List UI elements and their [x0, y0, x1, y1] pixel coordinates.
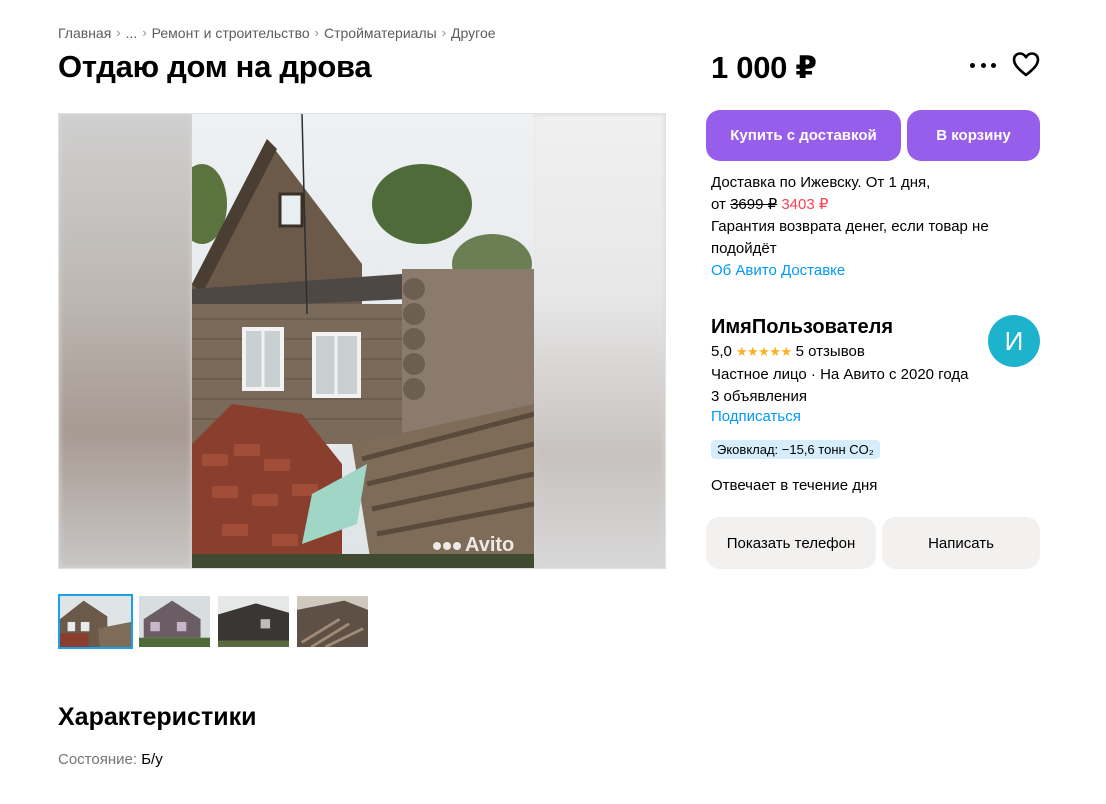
write-message-button[interactable]: Написать	[882, 517, 1040, 569]
breadcrumb-separator: ›	[314, 25, 319, 40]
breadcrumb: Главная › ... › Ремонт и строительство ›…	[58, 25, 496, 41]
delivery-from-prefix: от	[711, 196, 726, 213]
delivery-old-price: 3699 ₽	[730, 196, 778, 213]
price: 1 000 ₽	[711, 50, 817, 85]
characteristic-condition: Состояние: Б/у	[58, 751, 163, 768]
delivery-new-price: 3403 ₽	[781, 196, 829, 213]
subscribe-link[interactable]: Подписаться	[711, 408, 801, 425]
seller-details: Частное лицо · На Авито с 2020 года 3 об…	[711, 364, 968, 408]
seller-type: Частное лицо · На Авито с 2020 года	[711, 366, 969, 383]
gallery-blur-right	[532, 114, 665, 568]
breadcrumb-item-repair[interactable]: Ремонт и строительство	[152, 25, 310, 41]
thumbnail-image	[60, 596, 131, 647]
seller-listings[interactable]: 3 объявления	[711, 386, 968, 408]
eco-badge[interactable]: Эковклад: −15,6 тонн CO₂	[711, 440, 880, 459]
characteristics-heading: Характеристики	[58, 703, 257, 731]
seller-rating: 5,0 ★★★★★ 5 отзывов	[711, 342, 865, 362]
delivery-line: Доставка по Ижевску. От 1 дня,	[711, 174, 931, 191]
rating-stars-icon: ★★★★★	[735, 344, 792, 359]
photo-gallery[interactable]: Avito	[58, 113, 666, 569]
money-back-guarantee: Гарантия возврата денег, если товар не п…	[711, 218, 989, 257]
buy-with-delivery-button[interactable]: Купить с доставкой	[706, 110, 901, 161]
thumbnail-image	[218, 596, 289, 647]
watermark-text: Avito	[465, 534, 515, 556]
breadcrumb-item-materials[interactable]: Стройматериалы	[324, 25, 437, 41]
breadcrumb-item-ellipsis[interactable]: ...	[126, 25, 138, 41]
avito-watermark: Avito	[433, 534, 514, 557]
breadcrumb-separator: ›	[142, 25, 147, 40]
delivery-info: Доставка по Ижевску. От 1 дня, от 3699 ₽…	[711, 172, 1011, 282]
thumbnail-image	[297, 596, 368, 647]
condition-value: Б/у	[141, 751, 163, 768]
condition-label: Состояние:	[58, 751, 138, 768]
response-time: Отвечает в течение дня	[711, 477, 878, 494]
house-photo-illustration	[192, 114, 534, 568]
delivery-price-line: от 3699 ₽ 3403 ₽	[711, 194, 1011, 216]
show-phone-button[interactable]: Показать телефон	[706, 517, 876, 569]
about-delivery-link[interactable]: Об Авито Доставке	[711, 260, 1011, 282]
breadcrumb-separator: ›	[116, 25, 121, 40]
more-dots-icon[interactable]	[970, 58, 996, 72]
avatar[interactable]: И	[988, 315, 1040, 367]
add-to-cart-button[interactable]: В корзину	[907, 110, 1040, 161]
seller-name[interactable]: ИмяПользователя	[711, 316, 893, 339]
thumbnail-4[interactable]	[295, 594, 370, 649]
heart-icon[interactable]	[1012, 51, 1040, 77]
thumbnail-strip	[58, 594, 370, 649]
thumbnail-3[interactable]	[216, 594, 291, 649]
thumbnail-1[interactable]	[58, 594, 133, 649]
page-title: Отдаю дом на дрова	[58, 49, 372, 84]
reviews-count[interactable]: 5 отзывов	[796, 342, 865, 362]
breadcrumb-item-home[interactable]: Главная	[58, 25, 111, 41]
main-photo[interactable]	[192, 114, 534, 568]
thumbnail-2[interactable]	[137, 594, 212, 649]
breadcrumb-separator: ›	[441, 25, 447, 40]
breadcrumb-item-other[interactable]: Другое	[451, 25, 495, 41]
rating-value: 5,0	[711, 343, 732, 360]
thumbnail-image	[139, 596, 210, 647]
gallery-blur-left	[59, 114, 192, 568]
avito-logo-icon	[433, 541, 461, 550]
